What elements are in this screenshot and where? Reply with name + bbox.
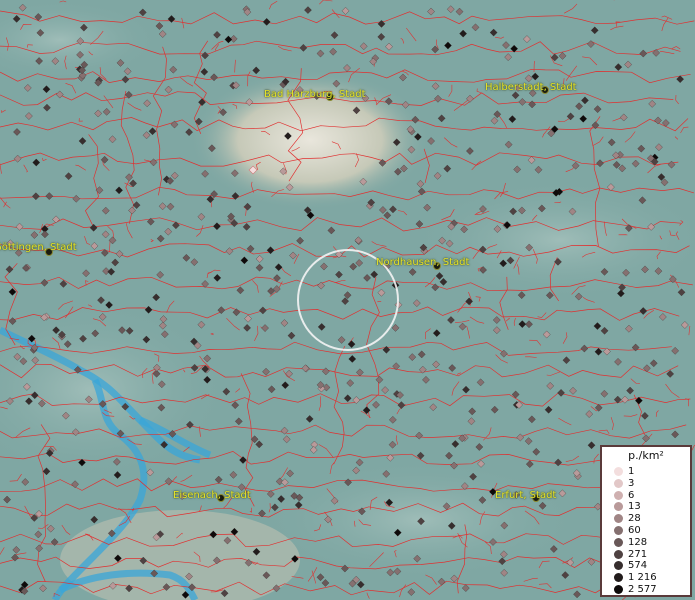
legend-swatch-icon [614,573,623,583]
city-label: Bad Harzburg, Stadt [264,89,366,100]
legend-entry: 574 [614,560,648,572]
legend-swatch-icon [614,478,623,488]
legend-entry: 6 [614,489,635,502]
legend-swatch-icon [614,490,623,500]
legend-entry: 13 [614,501,641,513]
legend-swatch-icon [614,549,623,559]
legend-label: 2 577 [628,584,657,595]
legend-swatch-icon [614,537,623,547]
city-label: Göttingen, Stadt [0,242,77,253]
legend-label: 1 216 [628,572,657,584]
legend-swatch-icon [614,467,623,476]
legend-entry: 128 [614,536,648,549]
legend-label: 128 [628,536,648,548]
density-legend: p./km² 1 3 6 13 28 60 128 271 574 1 216 2 577 [600,445,692,597]
legend-entry: 3 [614,477,635,490]
city-label: Halberstadt, Stadt [485,82,577,93]
legend-entry: 1 [614,466,635,478]
legend-label: 13 [628,501,641,513]
legend-swatch-icon [614,561,623,571]
legend-swatch-icon [614,526,623,535]
legend-label: 60 [628,525,641,536]
legend-entry: 1 216 [614,572,657,584]
city-label: Eisenach, Stadt [173,490,251,501]
city-label: Erfurt, Stadt [495,490,557,501]
legend-label: 28 [628,513,641,525]
legend-entry: 60 [614,525,641,537]
legend-swatch-icon [614,502,623,512]
legend-entry: 271 [614,548,648,561]
legend-swatch-icon [614,514,623,524]
legend-label: 3 [628,477,635,489]
legend-title: p./km² [628,449,664,462]
legend-entry: 2 577 [614,584,657,596]
legend-entry: 28 [614,513,641,525]
legend-label: 6 [628,489,635,501]
legend-label: 574 [628,560,648,572]
legend-label: 1 [628,466,635,477]
legend-swatch-icon [614,585,623,594]
city-label: Nordhausen, Stadt [376,257,470,268]
legend-label: 271 [628,548,648,560]
